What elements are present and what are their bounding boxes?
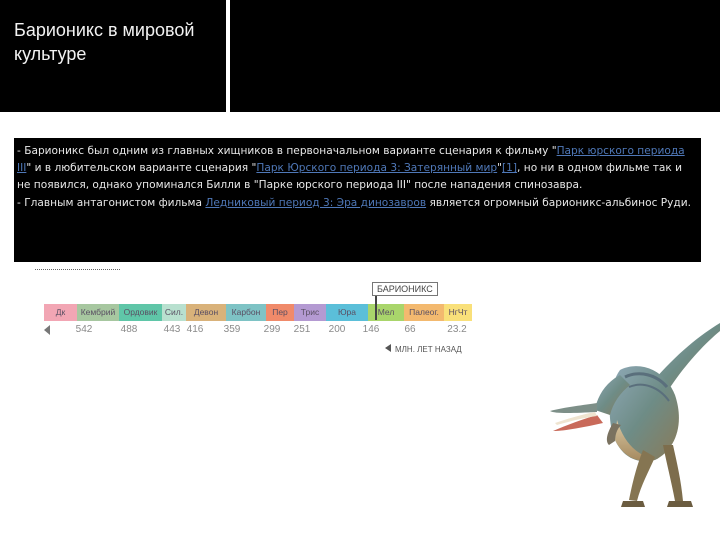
period-permian: Пер: [266, 304, 294, 321]
period-label: Палеог.: [409, 307, 439, 317]
period-label: Дк: [55, 307, 66, 317]
period-carboniferous: Карбон: [226, 304, 266, 321]
content-text-box: - Барионикс был одним из главных хищнико…: [14, 138, 701, 262]
paragraph-jurassic-park: - Барионикс был одним из главных хищнико…: [17, 143, 698, 195]
period-label: Пер: [272, 307, 288, 317]
tick-label: 488: [120, 324, 138, 335]
arrow-left-icon: [44, 325, 50, 335]
period-jurassic: Юра: [326, 304, 368, 321]
baryonyx-image: [550, 323, 720, 507]
tick-label: 23.2: [447, 324, 467, 335]
tick-label: 443: [163, 324, 181, 335]
title-box: Барионикс в мировой культуре: [0, 0, 226, 112]
tick-label: 299: [263, 324, 281, 335]
period-ordovician: Ордовик: [119, 304, 162, 321]
link-ice-age-3[interactable]: Ледниковый период 3: Эра динозавров: [205, 197, 426, 209]
dotted-divider: [35, 269, 120, 270]
link-lost-world[interactable]: Парк Юрского периода 3: Затерянный мир: [256, 162, 497, 174]
period-label: Ордовик: [123, 307, 158, 317]
period-cambrian: Кембрий: [77, 304, 119, 321]
period-cretaceous: Мел: [368, 304, 404, 321]
paragraph2-text-start: - Главным антагонистом фильма: [17, 196, 206, 209]
period-triassic: Трис: [294, 304, 326, 321]
geologic-timeline: Дк Кембрий Ордовик Сил. Девон Карбон Пер…: [44, 282, 474, 360]
period-paleogene: Палеог.: [404, 304, 444, 321]
period-label: Трис: [300, 307, 320, 317]
slide-title: Барионикс в мировой культуре: [14, 20, 195, 64]
tick-label: 146: [362, 324, 380, 335]
period-silurian: Сил.: [162, 304, 186, 321]
period-label: Карбон: [231, 307, 261, 317]
period-label: Мел: [377, 307, 395, 317]
paragraph1-text-start: - Барионикс был одним из главных хищнико…: [17, 145, 557, 157]
paragraph2-text-end: является огромный барионикс-альбинос Руд…: [426, 196, 691, 209]
tick-label: 416: [186, 324, 204, 335]
tick-label: 359: [223, 324, 241, 335]
paragraph1-text-mid1: " и в любительском варианте сценария ": [26, 162, 257, 175]
link-footnote-1[interactable]: [1]: [502, 162, 517, 174]
arrow-left-icon: [385, 344, 391, 352]
tick-label: 251: [293, 324, 311, 335]
header-bar: [230, 0, 720, 112]
period-dk: Дк: [44, 304, 77, 321]
period-devonian: Девон: [186, 304, 226, 321]
baryonyx-flag: БАРИОНИКС: [372, 282, 438, 296]
tick-label: 542: [75, 324, 93, 335]
unit-label: МЛН. ЛЕТ НАЗАД: [395, 345, 462, 354]
period-label: НгЧт: [448, 307, 468, 317]
period-label: Девон: [193, 307, 219, 317]
period-neogene-quaternary: НгЧт: [444, 304, 472, 321]
period-label: Сил.: [164, 307, 184, 317]
period-label: Юра: [337, 307, 357, 317]
tick-label: 200: [328, 324, 346, 335]
paragraph-ice-age: - Главным антагонистом фильма Ледниковый…: [17, 195, 698, 212]
period-label: Кембрий: [80, 307, 116, 317]
tick-label: 66: [404, 324, 416, 335]
